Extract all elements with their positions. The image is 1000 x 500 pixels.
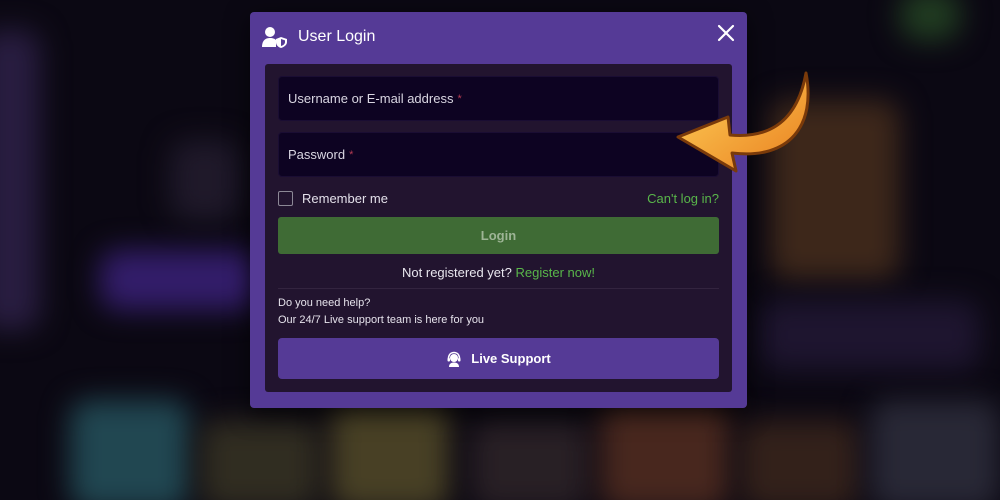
register-row: Not registered yet? Register now! [278, 265, 719, 280]
help-text: Our 24/7 Live support team is here for y… [278, 314, 485, 326]
remember-label: Remember me [302, 190, 388, 206]
remember-me-toggle[interactable]: Remember me [278, 190, 388, 206]
remember-row: Remember me Can't log in? [278, 188, 719, 208]
modal-body: Username or E-mail address * Password * … [265, 64, 732, 392]
remember-checkbox[interactable] [278, 190, 293, 206]
password-input[interactable]: Password * [278, 132, 719, 177]
user-shield-icon [262, 26, 288, 48]
username-placeholder: Username or E-mail address [288, 91, 454, 106]
username-input[interactable]: Username or E-mail address * [278, 76, 719, 121]
password-placeholder: Password [288, 147, 346, 162]
annotation-arrow-icon [676, 71, 810, 173]
required-mark: * [457, 92, 462, 105]
modal-header: User Login [250, 12, 747, 62]
live-support-label: Live Support [471, 351, 551, 366]
register-now-link[interactable]: Register now! [515, 265, 594, 280]
register-prompt: Not registered yet? [402, 265, 516, 280]
modal-title: User Login [298, 28, 376, 45]
help-question: Do you need help? [278, 297, 371, 309]
login-button[interactable]: Login [278, 217, 719, 254]
required-mark: * [349, 148, 354, 161]
headset-agent-icon [446, 351, 462, 367]
divider [278, 288, 719, 289]
close-button[interactable] [715, 22, 737, 44]
live-support-button[interactable]: Live Support [278, 338, 719, 379]
close-icon [717, 24, 735, 42]
